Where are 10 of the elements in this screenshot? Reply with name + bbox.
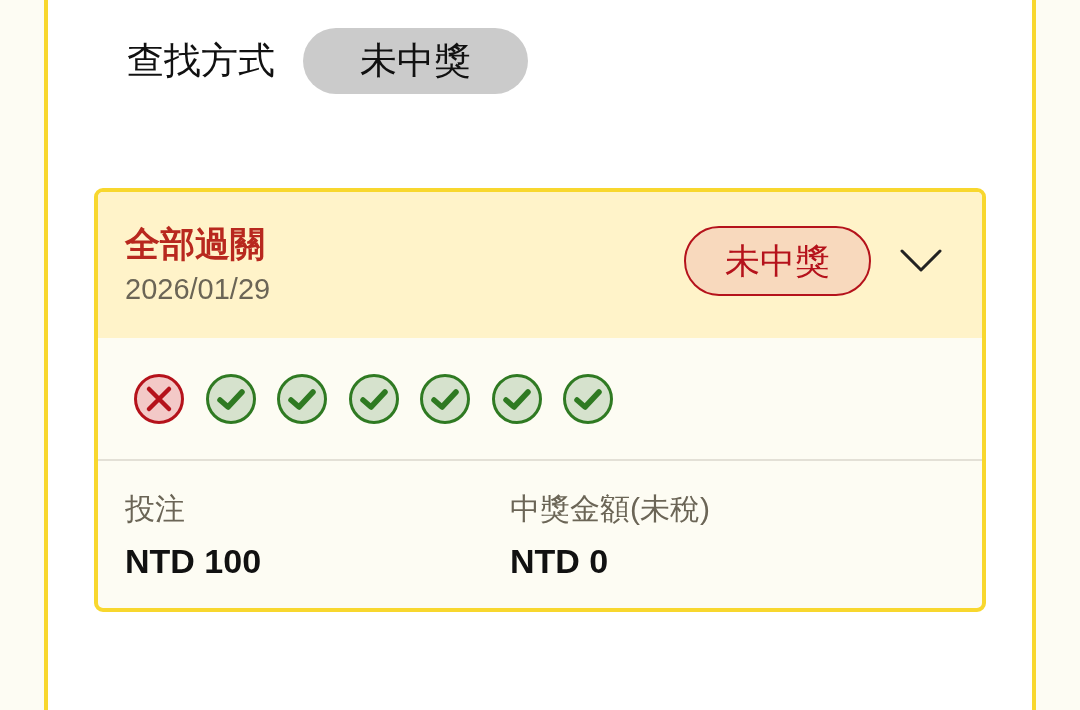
- chevron-icon[interactable]: [900, 249, 942, 273]
- payout-label: 中獎金額(未稅): [510, 491, 710, 527]
- stake-value: NTD 100: [125, 541, 262, 581]
- bet-title: 全部過關: [125, 223, 266, 265]
- stake-label: 投注: [125, 491, 185, 527]
- status-badge: 未中獎: [684, 226, 871, 296]
- filter-chip[interactable]: 未中獎: [303, 28, 528, 94]
- payout-value: NTD 0: [510, 541, 609, 581]
- filter-label: 查找方式: [127, 39, 275, 83]
- bet-date: 2026/01/29: [125, 272, 272, 307]
